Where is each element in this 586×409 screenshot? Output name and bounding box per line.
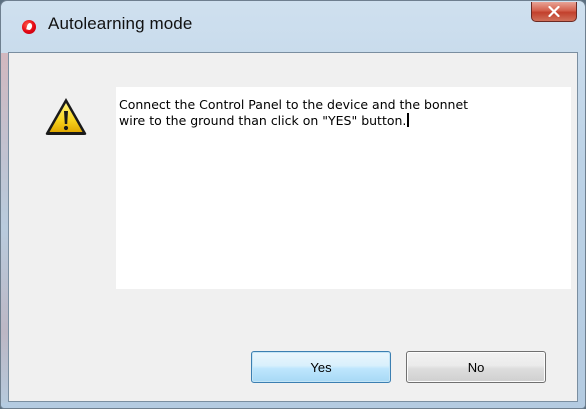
- dialog-window: Autolearning mode Connect the Control Pa…: [0, 0, 586, 409]
- no-button[interactable]: No: [406, 351, 546, 383]
- yes-button[interactable]: Yes: [251, 351, 391, 383]
- window-title: Autolearning mode: [48, 14, 193, 33]
- text-caret: [407, 113, 410, 127]
- title-bar[interactable]: Autolearning mode: [1, 1, 585, 53]
- message-text: Connect the Control Panel to the device …: [119, 97, 469, 128]
- close-button[interactable]: [531, 2, 577, 22]
- vodafone-logo-icon: [22, 20, 36, 34]
- close-icon: [548, 6, 560, 17]
- message-area[interactable]: Connect the Control Panel to the device …: [116, 87, 571, 289]
- dialog-body: Connect the Control Panel to the device …: [8, 52, 578, 402]
- window-frame-edge: [1, 53, 8, 403]
- warning-icon: [45, 98, 87, 135]
